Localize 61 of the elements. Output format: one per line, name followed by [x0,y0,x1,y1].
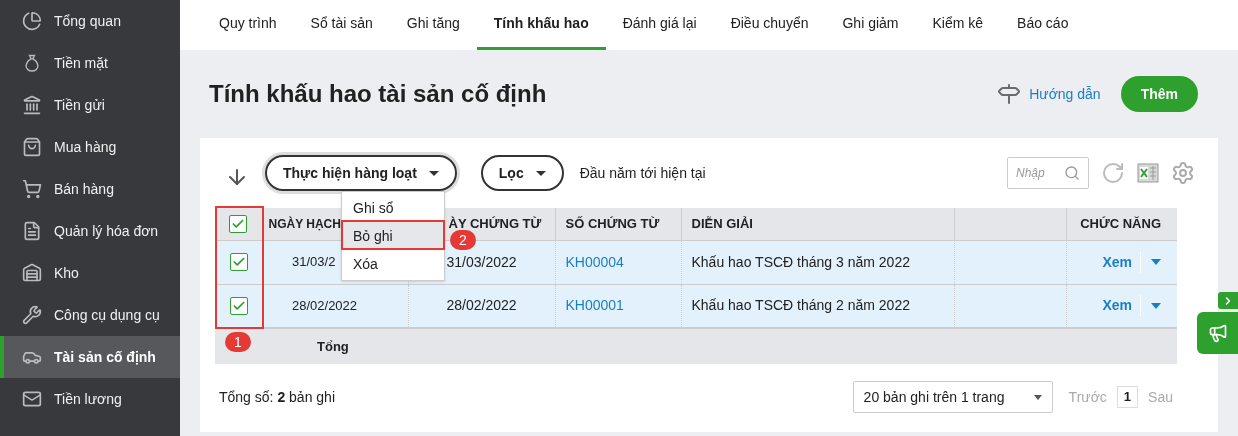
signpost-icon [997,82,1022,106]
caret-icon[interactable] [1151,259,1161,265]
megaphone-icon [1207,323,1228,343]
checkbox[interactable] [229,296,248,315]
expand-button[interactable] [1218,292,1238,309]
announcement-button[interactable] [1197,312,1238,354]
period-label: Đầu năm tới hiện tại [579,163,706,183]
sidebar-item[interactable]: Tài sản cố định [0,336,180,378]
cart-icon [22,179,42,199]
shopping-bag-icon [22,137,42,157]
tab[interactable]: Tính khấu hao [476,0,606,50]
caret-icon [535,170,546,176]
tab[interactable]: Quy trình [202,0,294,50]
wrench-icon [22,305,42,325]
caret-icon[interactable] [1151,302,1161,309]
tab[interactable]: Sổ tài sản [293,0,390,50]
tab[interactable]: Báo cáo [1000,0,1086,50]
refresh-icon[interactable] [1101,161,1125,185]
tab[interactable]: Ghi giảm [825,0,916,50]
bank-icon [22,95,42,115]
warehouse-icon [22,263,42,283]
sidebar-item[interactable]: Tiền mặt [0,42,180,84]
bulk-action-button[interactable]: Thực hiện hàng loạt [265,155,457,191]
tab[interactable]: Điều chuyển [713,0,826,50]
sidebar-item[interactable]: Tiền lương [0,378,180,420]
sidebar-item[interactable]: Mua hàng [0,126,180,168]
sidebar-item[interactable]: Bán hàng [0,168,180,210]
sidebar-item[interactable]: Tổng quan [0,0,180,42]
sidebar-item[interactable]: Công cụ dụng cụ [0,294,180,336]
sidebar-item[interactable]: Kho [0,252,180,294]
document-icon [22,221,42,241]
page-size-select[interactable]: 20 bản ghi trên 1 trang [852,381,1053,413]
page-number[interactable]: 1 [1116,386,1139,408]
pie-chart-icon [22,11,42,31]
record-count: Tổng số: 2 bản ghi [218,387,335,407]
guide-link[interactable]: Hướng dẫn [1029,83,1101,105]
sidebar-item[interactable]: Quản lý hóa đơn [0,210,180,252]
total-label: Tổng [262,328,408,364]
checkbox[interactable] [229,253,248,271]
search-field[interactable]: Nhập [1007,157,1089,189]
view-link[interactable]: Xem [1102,295,1141,317]
voucher-link[interactable]: KH00001 [565,297,624,314]
table-header-cell: CHỨC NĂNG [1066,208,1177,240]
sidebar-item[interactable]: Tiền gửi [0,84,180,126]
caret-icon [428,170,439,176]
spreadsheet-icon[interactable] [1137,162,1159,184]
view-link[interactable]: Xem [1102,251,1141,273]
tab[interactable]: Ghi tăng [389,0,477,50]
envelope-icon [22,389,42,409]
check-icon [231,255,246,269]
tab[interactable]: Đánh giá lại [605,0,714,50]
voucher-link[interactable]: KH00004 [565,253,624,270]
menu-item[interactable]: Bỏ ghi [342,222,444,250]
search-input[interactable]: Nhập [1016,164,1060,182]
page-title: Tính khấu hao tài sản cố định [209,79,547,109]
settings-icon[interactable] [1171,161,1195,185]
checkbox[interactable] [229,214,248,233]
search-icon [1064,165,1080,181]
table-row[interactable]: 28/02/2022 28/02/2022 KH00001 Khấu hao TSCĐ tháng 2 năm 2022 Xem [215,284,1177,328]
filter-button[interactable]: Lọc [480,155,564,191]
tab[interactable]: Kiểm kê [915,0,1001,50]
